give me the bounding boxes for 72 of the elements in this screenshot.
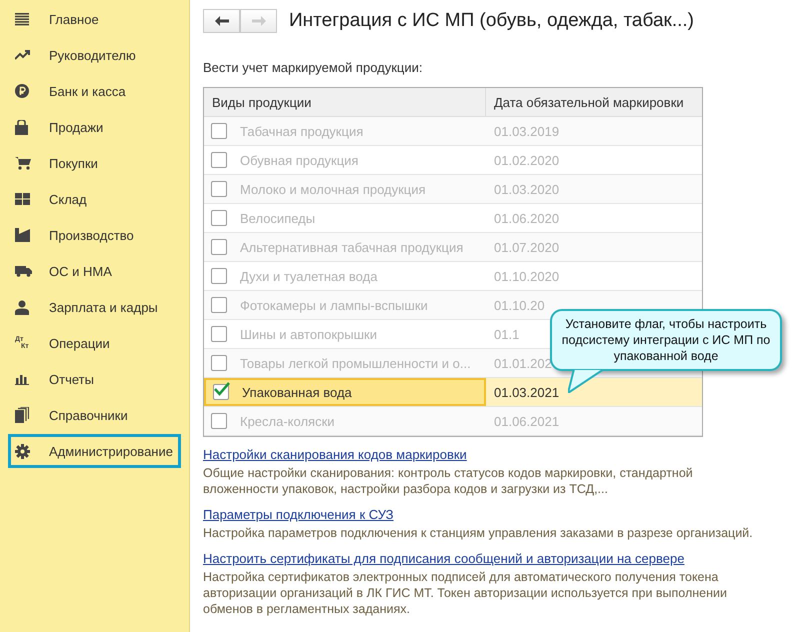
checkbox[interactable]	[211, 123, 227, 139]
marking-date: 01.06.2021	[494, 414, 560, 428]
section-label: Вести учет маркируемой продукции:	[203, 60, 424, 75]
product-name: Велосипеды	[240, 210, 316, 226]
product-name: Духи и туалетная вода	[240, 268, 378, 284]
checkbox[interactable]	[213, 384, 229, 400]
forward-arrow-icon	[252, 16, 266, 26]
marking-date: 01.03.2020	[494, 182, 560, 196]
marking-date: 01.10.2020	[494, 268, 560, 284]
bar-chart-icon	[15, 373, 29, 385]
back-button[interactable]	[203, 9, 240, 33]
marking-date: 01.07.2020	[494, 240, 560, 254]
marking-date: 01.03.2021	[494, 384, 560, 400]
link-description: Общие настройки сканирования: контроль статусов кодов маркировки, стандартной вложенности упаковок, настройки разбора кодов и загрузки из ТСД,...	[203, 465, 694, 497]
checkbox[interactable]	[211, 268, 227, 284]
marking-date: 01.03.2019	[494, 124, 560, 138]
sidebar-item[interactable]: Производство	[8, 218, 181, 252]
product-name: Упакованная вода	[242, 384, 352, 400]
checkmark-icon	[214, 382, 230, 396]
settings-link[interactable]: Параметры подключения к СУЗ	[203, 507, 394, 522]
checkbox[interactable]	[211, 326, 227, 342]
settings-link[interactable]: Настроить сертификаты для подписания сообщений и авторизации на сервере	[203, 551, 684, 566]
grid-icon	[15, 192, 30, 206]
ruble-coin-icon	[15, 84, 29, 98]
marking-date: 01.01.202	[494, 356, 552, 370]
product-name: Альтернативная табачная продукция	[240, 240, 464, 254]
marking-date: 01.1	[494, 326, 520, 342]
checkbox[interactable]	[211, 297, 227, 313]
sidebar-item[interactable]: Справочники	[8, 398, 181, 432]
callout-text: Установите флаг, чтобы настроить подсистему интеграции с ИС МП по упакованной воде	[560, 316, 772, 364]
product-name: Обувная продукция	[240, 152, 358, 168]
trend-icon	[15, 50, 30, 60]
product-name: Кресла-коляски	[240, 414, 335, 428]
product-name: Фотокамеры и лампы-вспышки	[240, 298, 428, 312]
checkbox[interactable]	[211, 355, 227, 371]
sidebar-item[interactable]: Руководителю	[8, 38, 181, 72]
link-description: Настройка параметров подключения к станциям управления заказами в разрезе организаций.	[203, 525, 754, 541]
sidebar-item[interactable]: Администрирование	[8, 434, 181, 468]
marking-date: 01.06.2020	[494, 210, 560, 226]
checkbox[interactable]	[211, 413, 227, 429]
checkbox[interactable]	[211, 210, 227, 226]
sidebar-item[interactable]: ОС и НМА	[8, 254, 181, 288]
sidebar-item[interactable]: Продажи	[8, 110, 181, 144]
back-arrow-icon	[214, 16, 228, 26]
checkbox[interactable]	[211, 152, 227, 168]
settings-icon	[15, 444, 30, 458]
marking-date: 01.10.20	[494, 298, 545, 312]
books-icon	[15, 407, 29, 423]
sidebar-item[interactable]: Отчеты	[8, 362, 181, 396]
page-title: Интеграция с ИС МП (обувь, одежда, табак...)	[289, 10, 694, 32]
product-name: Молоко и молочная продукция	[240, 182, 426, 196]
settings-link[interactable]: Настройки сканирования кодов маркировки	[203, 447, 467, 462]
product-name: Шины и автопокрышки	[240, 326, 377, 342]
menu-icon	[15, 12, 29, 26]
marking-date: 01.02.2020	[494, 152, 560, 168]
factory-icon	[15, 228, 30, 242]
checkbox[interactable]	[211, 239, 227, 255]
sidebar-item[interactable]: Покупки	[8, 146, 181, 180]
sidebar-item[interactable]: Главное	[8, 2, 181, 36]
shopping-bag-icon	[15, 120, 28, 134]
checkbox[interactable]	[211, 181, 227, 197]
person-icon	[15, 300, 29, 314]
product-name: Табачная продукция	[240, 124, 364, 138]
column-header[interactable]: Дата обязательной маркировки	[486, 88, 702, 116]
sidebar-item[interactable]: Зарплата и кадры	[8, 290, 181, 324]
link-description: Настройка сертификатов электронных подписей для автоматического получения токена авторизации организаций в ЛК ГИС МТ. Токен авторизации используется при выполнении обменов в регламентных заданиях.	[203, 569, 728, 617]
cart-icon	[15, 156, 31, 170]
sidebar-item[interactable]: Банк и касса	[8, 74, 181, 108]
product-name: Товары легкой промышленности и о...	[240, 356, 471, 370]
sidebar-item[interactable]: Склад	[8, 182, 181, 216]
column-header[interactable]: Виды продукции	[204, 88, 486, 116]
truck-icon	[15, 265, 32, 277]
